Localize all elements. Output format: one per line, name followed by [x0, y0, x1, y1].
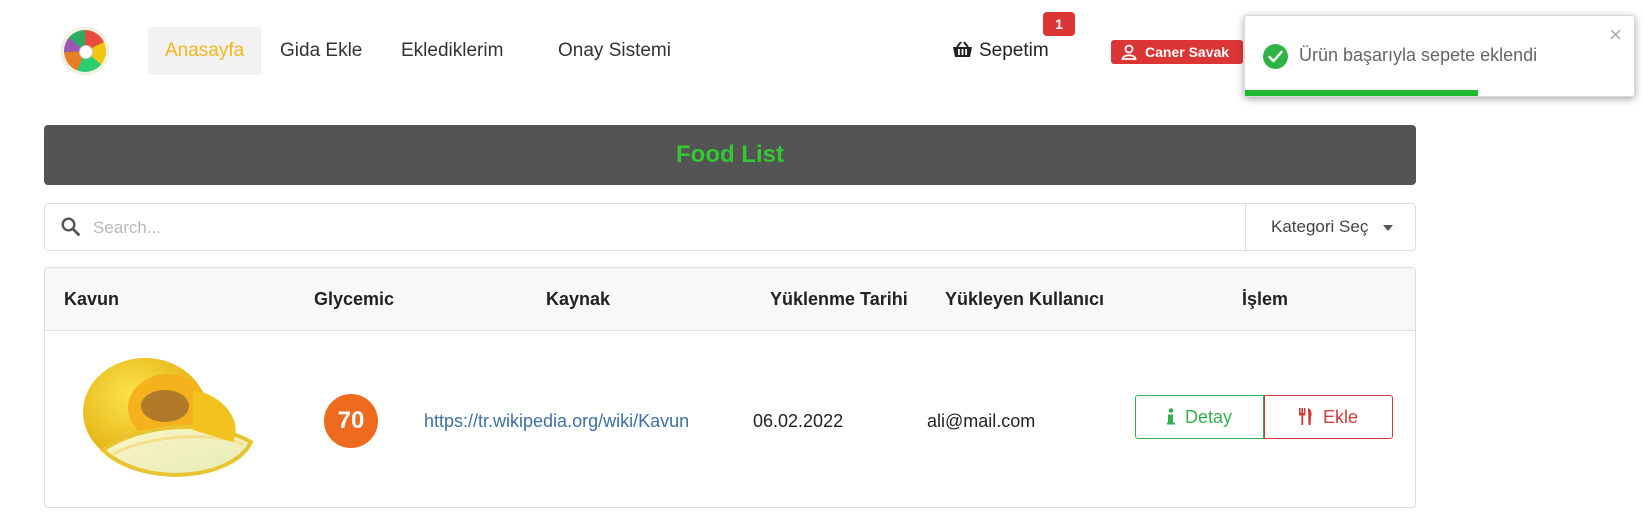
toast-progress-bar	[1245, 90, 1479, 96]
cart-link[interactable]: Sepetim	[952, 27, 1049, 75]
column-header-source: Kaynak	[546, 289, 611, 309]
nav-item-eklediklerim[interactable]: Eklediklerim	[384, 27, 520, 75]
uploader-cell: ali@mail.com	[927, 411, 1036, 431]
column-header-name: Kavun	[64, 289, 120, 309]
table-header: Kavun Glycemic Kaynak Yüklenme Tarihi Yü…	[45, 268, 1415, 331]
success-toast: Ürün başarıyla sepete eklendi ×	[1244, 15, 1635, 97]
food-plate-logo-icon[interactable]	[61, 27, 109, 75]
check-circle-icon	[1263, 44, 1288, 69]
column-header-uploader: Yükleyen Kullanıcı	[945, 289, 1105, 309]
nav-item-gida-ekle[interactable]: Gida Ekle	[263, 27, 379, 75]
add-button-label: Ekle	[1322, 407, 1358, 427]
category-select-label: Kategori Seç	[1271, 217, 1369, 236]
cart-label: Sepetim	[979, 40, 1049, 61]
utensils-icon	[1298, 408, 1312, 425]
nav-item-onay-sistemi[interactable]: Onay Sistemi	[541, 27, 688, 75]
page-title: Food List	[44, 125, 1416, 185]
search-input[interactable]	[91, 204, 1245, 252]
glycemic-badge: 70	[324, 394, 378, 448]
source-cell: https://tr.wikipedia.org/wiki/Kavun	[424, 411, 689, 432]
column-header-glycemic: Glycemic	[314, 289, 395, 309]
basket-icon	[953, 41, 972, 57]
column-header-upload-date: Yüklenme Tarihi	[770, 289, 908, 309]
upload-date-cell: 06.02.2022	[753, 411, 844, 431]
close-icon[interactable]: ×	[1609, 22, 1622, 48]
search-bar: Kategori Seç	[44, 203, 1416, 252]
user-icon	[1121, 44, 1137, 60]
detail-button-label: Detay	[1184, 407, 1233, 427]
detail-button[interactable]: Detay	[1135, 395, 1264, 439]
user-name: Caner Savak	[1145, 44, 1230, 60]
chevron-down-icon	[1383, 225, 1393, 231]
toast-message: Ürün başarıyla sepete eklendi	[1299, 45, 1538, 65]
source-link[interactable]: https://tr.wikipedia.org/wiki/Kavun	[424, 411, 689, 431]
column-header-action: İşlem	[1242, 289, 1289, 309]
search-icon	[61, 217, 80, 236]
add-button[interactable]: Ekle	[1264, 395, 1393, 439]
category-select[interactable]: Kategori Seç	[1245, 204, 1415, 250]
info-icon	[1166, 408, 1175, 425]
user-menu-button[interactable]: Caner Savak	[1111, 40, 1244, 64]
food-table: Kavun Glycemic Kaynak Yüklenme Tarihi Yü…	[44, 267, 1416, 508]
melon-image	[83, 358, 254, 477]
nav-item-anasayfa[interactable]: Anasayfa	[148, 27, 262, 75]
cart-count-badge: 1	[1043, 12, 1075, 36]
